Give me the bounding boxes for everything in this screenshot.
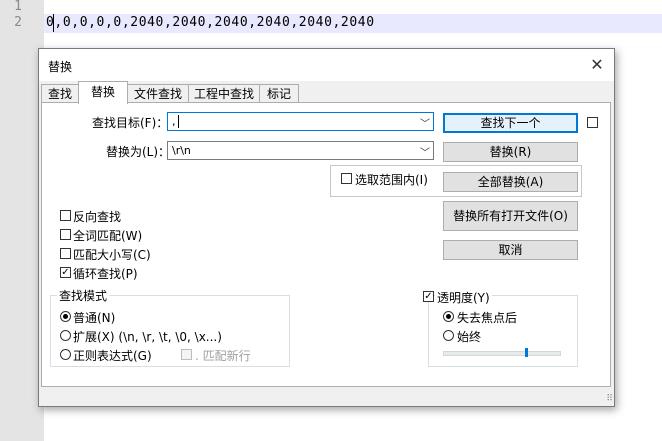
- tab-replace[interactable]: 替换: [78, 81, 128, 104]
- replace-panel: 查找目标(F)： , ﹀ 替换为(L)： \r\n ﹀ 查找下一个 替换(R) …: [41, 102, 611, 387]
- radio-selected-dot: [63, 314, 68, 319]
- replace-button[interactable]: 替换(R): [443, 142, 578, 162]
- backward-checkbox[interactable]: [60, 210, 71, 221]
- close-icon[interactable]: ✕: [580, 49, 614, 81]
- line-number: 2: [14, 15, 22, 30]
- in-selection-checkbox[interactable]: [341, 173, 352, 184]
- match-case-checkbox[interactable]: [60, 248, 71, 259]
- radio-selected-dot: [446, 314, 451, 319]
- mode-extended-radio[interactable]: [60, 330, 71, 341]
- replace-combobox[interactable]: \r\n ﹀: [167, 141, 434, 160]
- find-label: 查找目标(F)：: [92, 116, 169, 130]
- chevron-down-icon[interactable]: ﹀: [420, 144, 430, 159]
- dot-newline-label: . 匹配新行: [195, 349, 251, 363]
- whole-word-checkbox[interactable]: [60, 229, 71, 240]
- on-lose-focus-label: 失去焦点后: [457, 311, 518, 325]
- wrap-around-checkbox[interactable]: ✓: [60, 267, 71, 278]
- mode-extended-label: 扩展(X) (\n, \r, \t, \0, \x...): [73, 330, 222, 344]
- find-next-button[interactable]: 查找下一个: [443, 113, 578, 133]
- resize-grip-icon[interactable]: ⠿: [606, 394, 613, 404]
- mode-regex-radio[interactable]: [60, 349, 71, 360]
- find-next-option-checkbox[interactable]: [587, 117, 598, 128]
- on-lose-focus-radio[interactable]: [443, 311, 454, 322]
- chevron-down-icon[interactable]: ﹀: [420, 115, 430, 130]
- transparency-slider[interactable]: [443, 351, 561, 356]
- search-mode-title: 查找模式: [57, 287, 110, 304]
- replace-all-open-files-button[interactable]: 替换所有打开文件(O): [443, 201, 578, 231]
- editor-caret: [53, 14, 54, 32]
- dot-newline-checkbox[interactable]: [181, 349, 192, 360]
- always-radio[interactable]: [443, 330, 454, 341]
- tab-mark[interactable]: 标记: [259, 84, 299, 103]
- dialog-titlebar[interactable]: 替换 ✕: [39, 49, 614, 81]
- mode-normal-label: 普通(N): [73, 311, 116, 325]
- replace-dialog: 替换 ✕ 查找 替换 文件查找 工程中查找 标记 查找目标(F)： , ﹀ 替换…: [38, 48, 615, 407]
- wrap-around-label: 循环查找(P): [73, 267, 138, 281]
- editor-line-2[interactable]: 0,0,0,0,0,2040,2040,2040,2040,2040,2040: [46, 15, 375, 30]
- transparency-checkbox[interactable]: ✓: [423, 291, 434, 302]
- line-number: 1: [14, 0, 22, 14]
- in-selection-label: 选取范围内(I): [355, 173, 428, 187]
- find-caret: [178, 115, 179, 128]
- replace-all-button[interactable]: 全部替换(A): [443, 172, 578, 192]
- backward-label: 反向查找: [73, 210, 122, 224]
- mode-normal-radio[interactable]: [60, 311, 71, 322]
- replace-label: 替换为(L)：: [106, 145, 171, 159]
- find-value: ,: [172, 115, 176, 128]
- transparency-slider-thumb[interactable]: [525, 348, 528, 357]
- match-case-label: 匹配大小写(C): [73, 248, 151, 262]
- cancel-button[interactable]: 取消: [443, 240, 578, 260]
- find-combobox[interactable]: , ﹀: [167, 112, 434, 131]
- tab-find[interactable]: 查找: [41, 84, 79, 103]
- always-label: 始终: [457, 330, 482, 344]
- dialog-title: 替换: [48, 60, 73, 74]
- transparency-title: 透明度(Y): [435, 289, 492, 306]
- tab-find-in-files[interactable]: 文件查找: [127, 84, 189, 103]
- replace-value: \r\n: [172, 144, 191, 157]
- tab-find-in-projects[interactable]: 工程中查找: [188, 84, 260, 103]
- mode-regex-label: 正则表达式(G): [73, 349, 152, 363]
- whole-word-label: 全词匹配(W): [73, 229, 143, 243]
